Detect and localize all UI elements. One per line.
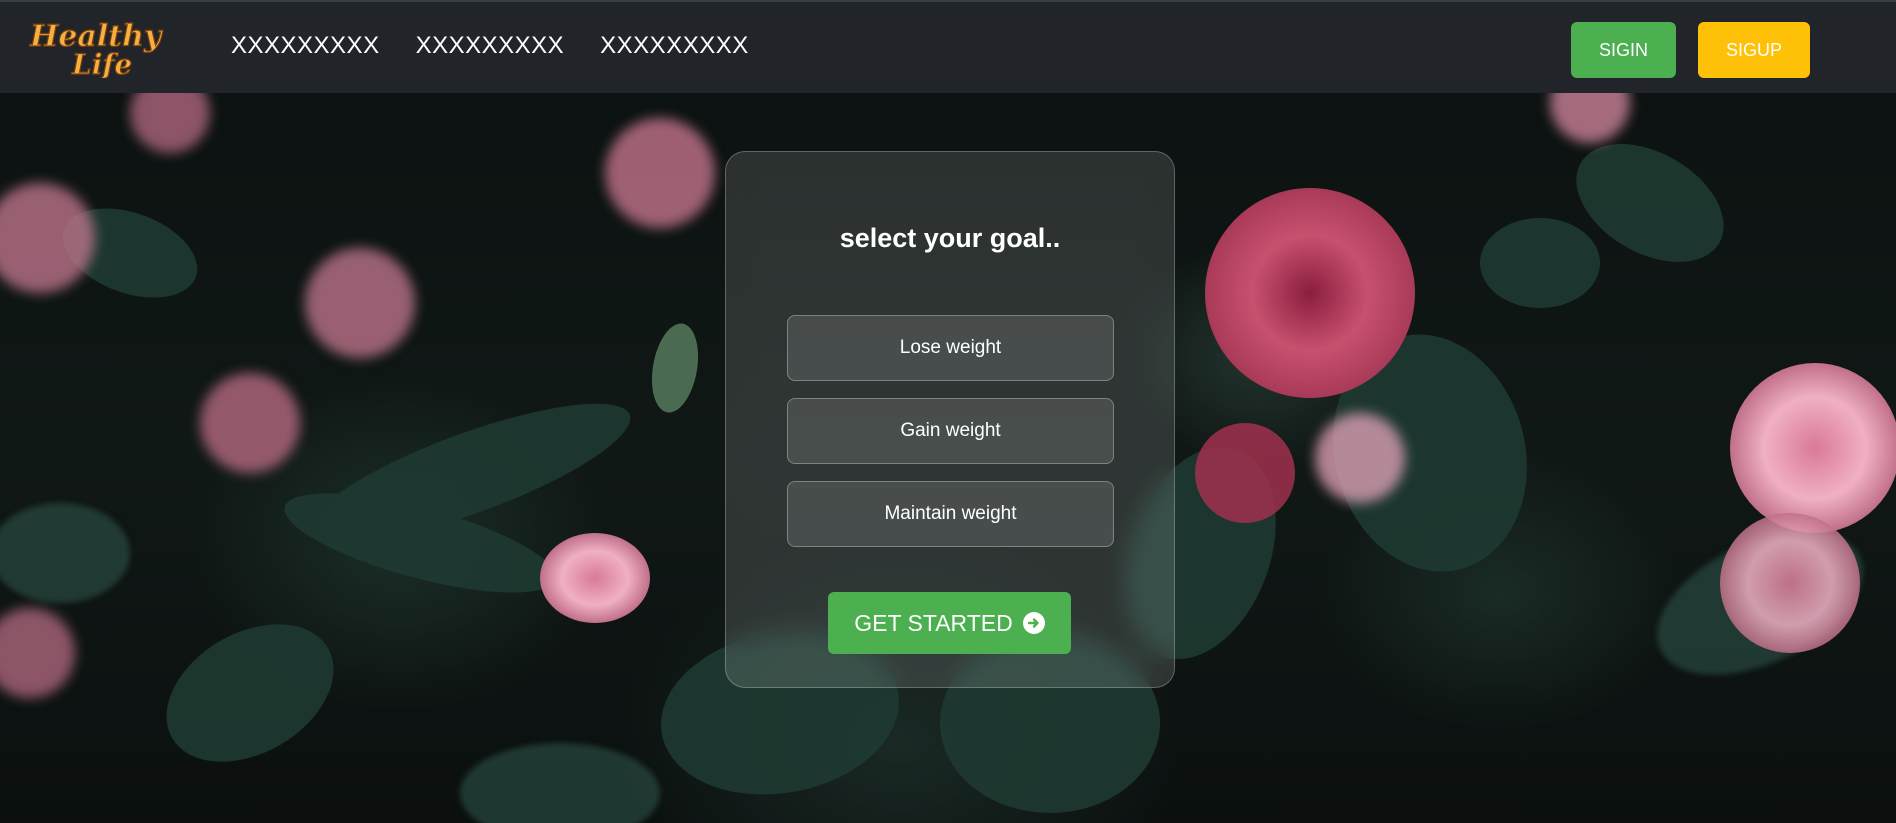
top-navbar: Healthy Life XXXXXXXXX XXXXXXXXX XXXXXXX… <box>0 0 1896 93</box>
nav-link-3[interactable]: XXXXXXXXX <box>600 32 749 60</box>
get-started-label: GET STARTED <box>854 609 1013 636</box>
gain-weight-button[interactable]: Gain weight <box>787 398 1114 464</box>
get-started-button[interactable]: GET STARTED <box>828 592 1071 654</box>
lose-weight-button[interactable]: Lose weight <box>787 315 1114 381</box>
goal-card: select your goal.. Lose weight Gain weig… <box>725 151 1175 688</box>
signup-button[interactable]: SIGUP <box>1698 22 1810 78</box>
svg-text:Life: Life <box>71 48 132 78</box>
healthy-life-logo: Healthy Life <box>28 18 164 81</box>
goal-card-title: select your goal.. <box>839 223 1061 253</box>
nav-link-1[interactable]: XXXXXXXXX <box>231 32 380 60</box>
nav-link-2[interactable]: XXXXXXXXX <box>416 32 565 60</box>
arrow-circle-right-icon <box>1022 612 1045 634</box>
maintain-weight-button[interactable]: Maintain weight <box>787 481 1114 547</box>
nav-links: XXXXXXXXX XXXXXXXXX XXXXXXXXX <box>231 32 749 60</box>
signin-button[interactable]: SIGIN <box>1571 22 1676 78</box>
brand-logo[interactable]: Healthy Life <box>26 16 188 81</box>
